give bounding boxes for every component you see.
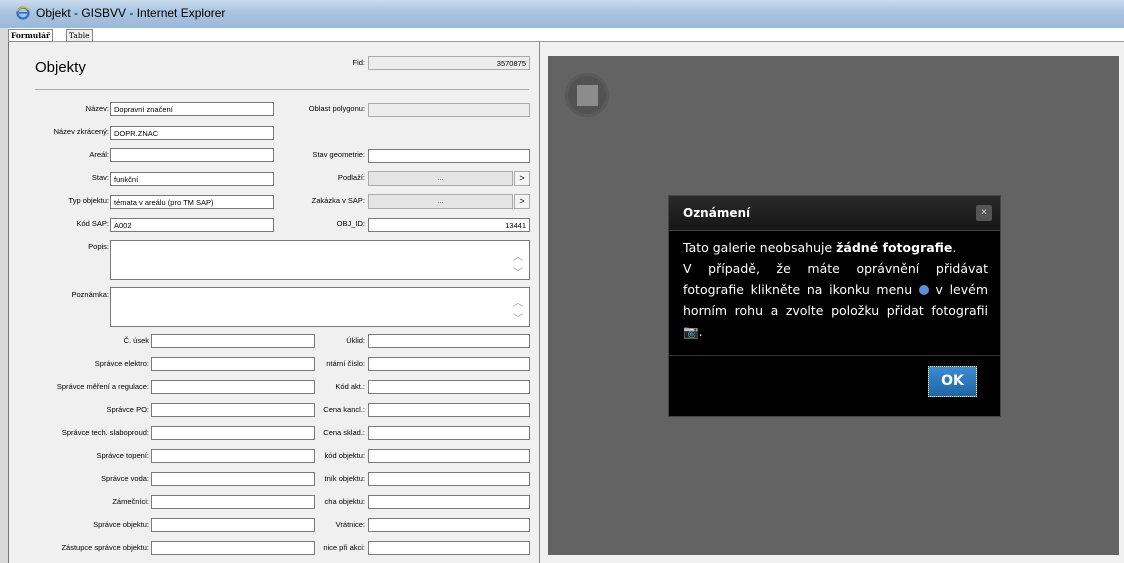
dialog-text-2: . [952, 240, 957, 255]
zakazka-sap-picker-button[interactable]: > [514, 194, 530, 209]
obj-id-label: OBJ_ID: [336, 219, 365, 228]
form-title: Objekty [35, 59, 86, 76]
spravce-topeni-label: Správce topení: [96, 451, 149, 460]
window-left-edge [0, 28, 8, 563]
nazev-label: Název: [85, 104, 109, 113]
grid-menu-icon[interactable] [565, 73, 609, 117]
dialog-message: Tato galerie neobsahuje žádné fotografie… [683, 237, 988, 342]
spravce-mereni-label: Správce měření a regulace: [56, 382, 149, 391]
popis-scroll-down-icon[interactable]: ﹀ [512, 264, 524, 279]
zastupce-spravce-field[interactable] [151, 541, 315, 555]
kod-objektu-field[interactable] [368, 449, 530, 463]
dialog-separator [669, 355, 1000, 356]
zakazka-sap-label: Zakázka v SAP: [311, 196, 365, 205]
dialog-text-1: Tato galerie neobsahuje [683, 240, 837, 255]
nazev-field[interactable]: Dopravní značení [110, 102, 274, 116]
inventarni-cislo-label: ntární číslo: [326, 359, 365, 368]
fid-label: Fid: [352, 58, 365, 67]
popis-scroll-up-icon[interactable]: ︿ [512, 248, 524, 263]
cena-sklad-field[interactable] [368, 426, 530, 440]
c-usek-field[interactable] [151, 334, 315, 348]
podlazi-label: Podlaží: [337, 173, 365, 182]
spravce-voda-label: Správce voda: [101, 474, 149, 483]
podlazi-select[interactable]: ... [368, 171, 513, 186]
nazev-zkraceny-label: Název zkrácený: [53, 127, 109, 136]
tab-strip: Formulář Table [8, 28, 1124, 42]
vlastnik-objektu-label: tník objektu: [324, 474, 365, 483]
obj-id-field[interactable]: 13441 [368, 218, 530, 232]
spravce-po-field[interactable] [151, 403, 315, 417]
tab-table[interactable]: Table [66, 29, 93, 42]
camera-icon: 📷 [683, 324, 699, 339]
ok-button[interactable]: OK [928, 366, 977, 397]
notification-dialog: Oznámení × Tato galerie neobsahuje žádné… [668, 195, 1001, 417]
cena-kancl-label: Cena kancl.: [323, 405, 365, 414]
popis-label: Popis: [88, 242, 109, 251]
fid-field: 3570875 [368, 56, 530, 70]
zastupce-spravce-label: Zástupce správce objektu: [61, 543, 149, 552]
window-title: Objekt - GISBVV - Internet Explorer [36, 6, 226, 20]
close-icon[interactable]: × [976, 205, 992, 221]
vratnice-pri-akci-label: nice při akci: [323, 543, 365, 552]
ie-icon [16, 6, 30, 20]
spravce-slaboproud-label: Správce tech. slaboproud: [61, 428, 149, 437]
podlazi-picker-button[interactable]: > [514, 171, 530, 186]
poznamka-scroll-up-icon[interactable]: ︿ [512, 294, 524, 309]
dialog-text-5: . [698, 324, 703, 339]
spravce-slaboproud-field[interactable] [151, 426, 315, 440]
plocha-objektu-field[interactable] [368, 495, 530, 509]
zamecnici-field[interactable] [151, 495, 315, 509]
c-usek-label: Č. úsek [123, 336, 149, 345]
stav-label: Stav: [91, 173, 109, 182]
kod-sap-label: Kód SAP: [76, 219, 109, 228]
areal-label: Areál: [89, 150, 109, 159]
zamecnici-label: Zámečníci: [112, 497, 149, 506]
kod-akt-label: Kód akt.: [335, 382, 365, 391]
nazev-zkraceny-field[interactable]: DOPR.ZNAC [110, 126, 274, 140]
vratnice-field[interactable] [368, 518, 530, 532]
poznamka-textarea[interactable] [110, 287, 530, 327]
spravce-topeni-field[interactable] [151, 449, 315, 463]
dialog-title: Oznámení [683, 206, 751, 220]
stav-geometrie-field[interactable] [368, 149, 530, 163]
cena-kancl-field[interactable] [368, 403, 530, 417]
inventarni-cislo-field[interactable] [368, 357, 530, 371]
spravce-mereni-field[interactable] [151, 380, 315, 394]
uklid-field[interactable] [368, 334, 530, 348]
stav-field[interactable]: funkční [110, 172, 274, 186]
cena-sklad-label: Cena sklad.: [323, 428, 365, 437]
typ-objektu-field[interactable]: témata v areálu (pro TM SAP) [110, 195, 274, 209]
plocha-objektu-label: cha objektu: [324, 497, 365, 506]
uklid-label: Úklid: [346, 336, 365, 345]
form-separator [35, 89, 529, 90]
oblast-polygonu-label: Oblast polygonu: [308, 104, 365, 113]
stav-geometrie-label: Stav geometrie: [312, 150, 365, 159]
areal-field[interactable] [110, 148, 274, 162]
spravce-elektro-field[interactable] [151, 357, 315, 371]
typ-objektu-label: Typ objektu: [68, 196, 109, 205]
dialog-text-bold: žádné fotografie [836, 240, 953, 255]
popis-textarea[interactable] [110, 240, 530, 280]
kod-akt-field[interactable] [368, 380, 530, 394]
kod-sap-field[interactable]: A002 [110, 218, 274, 232]
vratnice-label: Vrátnice: [335, 520, 365, 529]
object-form: Objekty Fid: 3570875 Název: Dopravní zna… [8, 42, 540, 563]
kod-objektu-label: kód objektu: [324, 451, 365, 460]
spravce-objektu-field[interactable] [151, 518, 315, 532]
oblast-polygonu-field [368, 103, 530, 117]
dialog-header: Oznámení × [669, 196, 1000, 231]
vratnice-pri-akci-field[interactable] [368, 541, 530, 555]
menu-inline-icon [918, 285, 929, 295]
spravce-objektu-label: Správce objektu: [93, 520, 149, 529]
poznamka-label: Poznámka: [71, 290, 109, 299]
tab-formular[interactable]: Formulář [8, 29, 53, 42]
zakazka-sap-select[interactable]: ... [368, 194, 513, 209]
spravce-po-label: Správce PO: [106, 405, 149, 414]
spravce-voda-field[interactable] [151, 472, 315, 486]
window-title-bar: Objekt - GISBVV - Internet Explorer [0, 0, 1124, 29]
vlastnik-objektu-field[interactable] [368, 472, 530, 486]
spravce-elektro-label: Správce elektro: [94, 359, 149, 368]
poznamka-scroll-down-icon[interactable]: ﹀ [512, 310, 524, 325]
